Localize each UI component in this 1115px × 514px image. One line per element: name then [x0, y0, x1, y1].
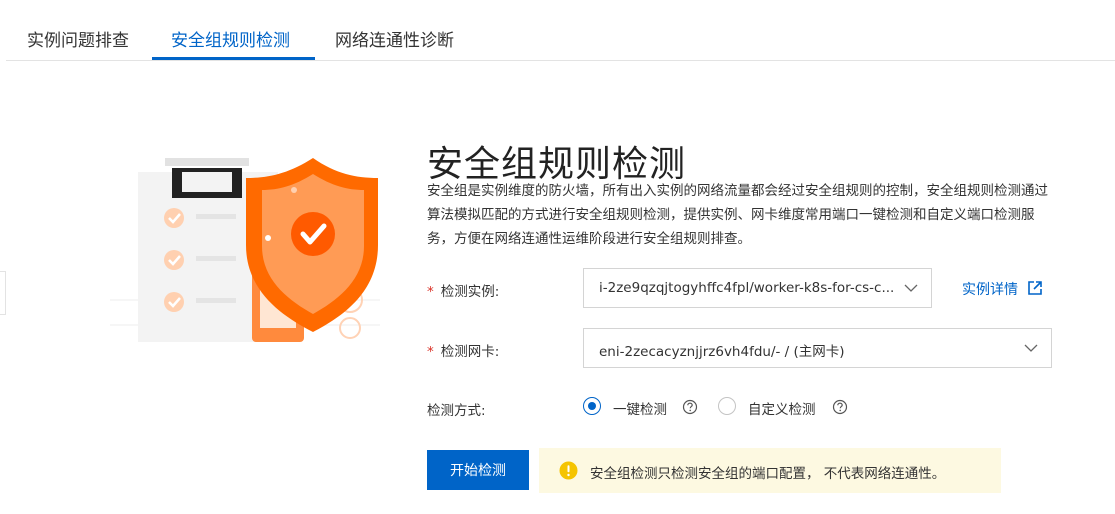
tab-network-connectivity[interactable]: 网络连通性诊断: [335, 26, 454, 51]
chevron-down-icon: [904, 284, 918, 292]
question-circle-icon[interactable]: [682, 399, 698, 415]
radio-custom-check[interactable]: [718, 397, 736, 415]
page-description: 安全组是实例维度的防火墙，所有出入实例的网络流量都会经过安全组规则的控制，安全组…: [427, 183, 1048, 247]
side-collapse-handle[interactable]: [0, 271, 6, 315]
warning-notice: 安全组检测只检测安全组的端口配置， 不代表网络连通性。: [539, 448, 1001, 493]
question-circle-icon[interactable]: [832, 399, 848, 415]
active-tab-indicator: [152, 57, 315, 60]
tab-security-group-check[interactable]: 安全组规则检测: [171, 26, 290, 51]
instance-detail-link[interactable]: 实例详情: [962, 279, 1018, 299]
instance-label: * 检测实例:: [427, 284, 500, 300]
warning-notice-text: 安全组检测只检测安全组的端口配置， 不代表网络连通性。: [590, 466, 946, 482]
radio-one-click-check[interactable]: [583, 397, 601, 415]
warning-circle-icon: [559, 461, 578, 480]
method-label: 检测方式:: [427, 403, 486, 419]
radio-custom-label[interactable]: 自定义检测: [748, 398, 816, 418]
required-mark: *: [427, 284, 434, 300]
radio-one-click-label[interactable]: 一键检测: [613, 398, 667, 418]
tab-instance-troubleshoot[interactable]: 实例问题排查: [27, 26, 129, 51]
nic-select[interactable]: eni-2zecacyznjjrz6vh4fdu/- / (主网卡): [583, 328, 1052, 368]
instance-select-value: i-2ze9qzqjtogyhffc4fpl/worker-k8s-for-cs…: [599, 280, 895, 296]
start-check-button[interactable]: 开始检测: [427, 450, 529, 490]
chevron-down-icon: [1024, 344, 1038, 352]
required-mark: *: [427, 344, 434, 360]
nic-label: * 检测网卡:: [427, 344, 500, 360]
tab-bar: 实例问题排查 安全组规则检测 网络连通性诊断: [6, 0, 1115, 61]
external-link-icon[interactable]: [1028, 281, 1042, 295]
instance-select[interactable]: i-2ze9qzqjtogyhffc4fpl/worker-k8s-for-cs…: [583, 268, 932, 308]
security-shield-illustration: [110, 158, 380, 342]
nic-select-value: eni-2zecacyznjjrz6vh4fdu/- / (主网卡): [599, 344, 845, 360]
